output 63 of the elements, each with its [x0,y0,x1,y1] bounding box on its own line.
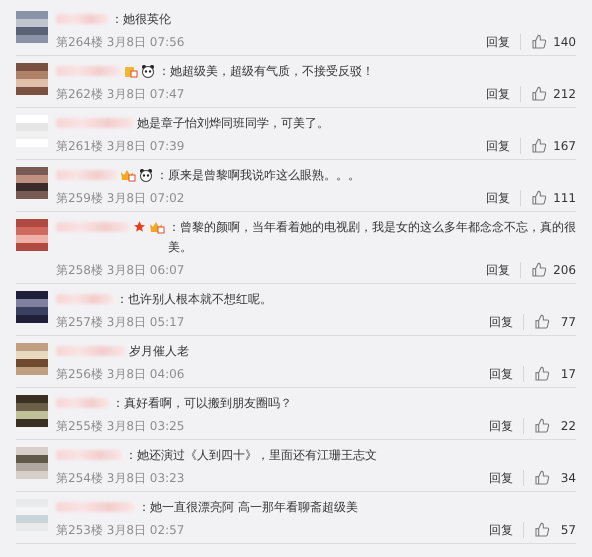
floor-timestamp: 第264楼 3月8日 07:56 [56,34,186,50]
like-count: 212 [553,86,576,102]
floor-timestamp: 第261楼 3月8日 07:39 [56,138,186,154]
like-count: 111 [553,190,576,206]
like-icon[interactable] [531,190,548,206]
reply-link[interactable]: 回复 [489,470,524,486]
reply-link[interactable]: 回复 [489,522,524,538]
blurred-username [56,66,121,76]
comment-text: 她是章子怡刘烨同班同学，可美了。 [137,115,330,132]
blurred-username [56,398,109,408]
comment-text: ：她一直很漂亮阿 高一那年看聊斋超级美 [138,499,359,516]
like-icon[interactable] [531,34,548,50]
reply-link[interactable]: 回复 [486,262,522,278]
comment-text: ：真好看啊，可以搬到朋友圈吗？ [112,395,293,412]
like-count: 206 [553,262,576,278]
reply-link[interactable]: 回复 [486,86,522,102]
reply-link[interactable]: 回复 [486,34,522,50]
comment-text: ：她还演过《人到四十》，里面还有江珊王志文 [125,447,378,464]
like-icon[interactable] [534,522,550,538]
like-icon[interactable] [534,470,550,486]
like-icon[interactable] [534,418,550,434]
like-count: 22 [560,418,576,434]
floor-timestamp: 第253楼 3月8日 02:57 [56,522,186,538]
like-count: 167 [553,138,576,154]
like-count: 17 [560,366,576,382]
crown-icon [120,168,136,182]
like-icon[interactable] [531,262,548,278]
comment-text: ：也许别人根本就不想红呢。 [116,291,273,308]
reply-link[interactable]: 回复 [486,190,522,206]
blurred-username [56,170,117,180]
blurred-username [56,294,113,304]
like-count: 34 [560,470,576,486]
star-icon [133,220,146,233]
comment-text: ：她很英伦 [111,11,172,28]
comment-text: 岁月催人老 [129,343,190,360]
reply-link[interactable]: 回复 [489,314,524,330]
floor-timestamp: 第255楼 3月8日 03:25 [56,418,186,434]
panda-icon [139,168,153,182]
floor-timestamp: 第254楼 3月8日 03:23 [56,470,186,486]
like-icon[interactable] [531,86,548,102]
like-icon[interactable] [534,366,550,382]
floor-timestamp: 第257楼 3月8日 05:17 [56,314,186,330]
like-count: 77 [560,314,576,330]
badge-icon [124,64,138,78]
reply-link[interactable]: 回复 [486,138,522,154]
like-count: 57 [560,522,576,538]
reply-link[interactable]: 回复 [489,366,524,382]
floor-timestamp: 第258楼 3月8日 06:07 [56,262,186,278]
reply-link[interactable]: 回复 [489,418,524,434]
blurred-username [56,450,122,460]
like-count: 140 [553,34,576,50]
like-icon[interactable] [531,138,548,154]
blurred-username [56,346,126,356]
floor-timestamp: 第259楼 3月8日 07:02 [56,190,186,206]
comment-text: ：曾黎的颜啊，当年看着她的电视剧，我是女的这么多年都念念不忘，真的很美。 [168,219,576,256]
blurred-username [56,14,108,24]
panda-icon [141,64,155,78]
floor-timestamp: 第262楼 3月8日 07:47 [56,86,186,102]
comment-text: ：她超级美，超级有气质，不接受反驳！ [158,63,375,80]
crown-icon [149,220,165,234]
like-icon[interactable] [534,314,550,330]
floor-timestamp: 第256楼 3月8日 04:06 [56,366,186,382]
comment-text: ：原来是曾黎啊我说咋这么眼熟。。。 [156,167,361,184]
